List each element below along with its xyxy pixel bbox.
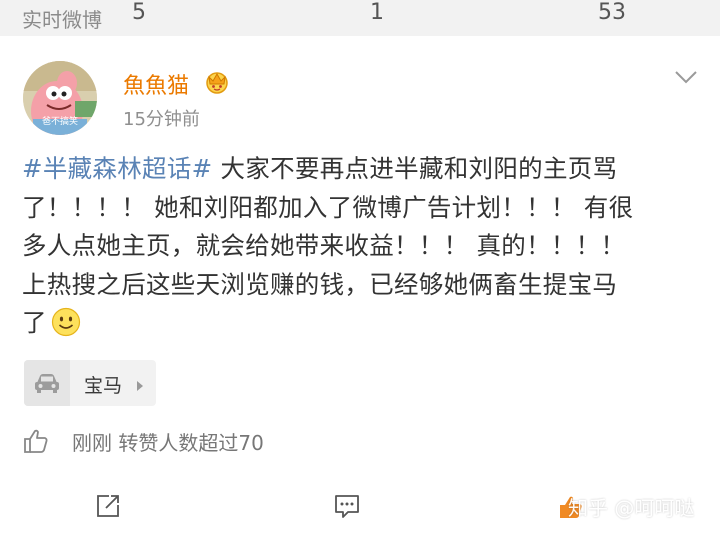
chevron-down-icon[interactable] xyxy=(674,69,698,89)
post-line: 上热搜之后这些天浏览赚的钱，已经够她俩畜生提宝马 xyxy=(22,269,618,299)
like-count[interactable]: 53 xyxy=(598,0,626,25)
thumbs-up-icon xyxy=(23,428,49,458)
likes-summary: 刚刚 转赞人数超过70 xyxy=(72,431,264,455)
header-title: 实时微博 xyxy=(22,8,102,32)
topic-link[interactable]: #半藏森林超话# xyxy=(22,154,212,183)
username[interactable]: 魚魚猫 xyxy=(123,68,189,100)
post-timestamp: 15分钟前 xyxy=(123,109,200,130)
post-line-text: 了 xyxy=(22,308,47,337)
car-icon xyxy=(33,371,61,399)
comment-icon[interactable] xyxy=(334,494,360,522)
post-line: #半藏森林超话# 大家不要再点进半藏和刘阳的主页骂 xyxy=(22,150,712,189)
comment-count[interactable]: 1 xyxy=(370,0,384,25)
post-line-text: 大家不要再点进半藏和刘阳的主页骂 xyxy=(212,154,618,183)
car-box xyxy=(24,360,70,406)
avatar[interactable]: 爸不搞笑 xyxy=(23,61,97,135)
post-line: 了 xyxy=(22,304,712,349)
share-count[interactable]: 5 xyxy=(132,0,146,25)
post-text: #半藏森林超话# 大家不要再点进半藏和刘阳的主页骂 了！！！！ 她和刘阳都加入了… xyxy=(22,150,712,349)
post-line: 多人点她主页，就会给她带来收益！！！ 真的！！！！ xyxy=(22,231,626,260)
watermark: 知乎 @呵呵哒 xyxy=(568,496,695,520)
arrow-right-icon xyxy=(136,377,144,396)
smile-emoji-icon xyxy=(51,307,81,349)
share-icon[interactable] xyxy=(95,493,121,523)
tag-chip[interactable]: 宝马 xyxy=(24,360,156,406)
vip-crown-icon xyxy=(204,70,230,98)
tag-label: 宝马 xyxy=(84,375,123,397)
post-line: 了！！！！ 她和刘阳都加入了微博广告计划！！！ 有很 xyxy=(22,192,634,222)
avatar-label: 爸不搞笑 xyxy=(41,117,78,127)
